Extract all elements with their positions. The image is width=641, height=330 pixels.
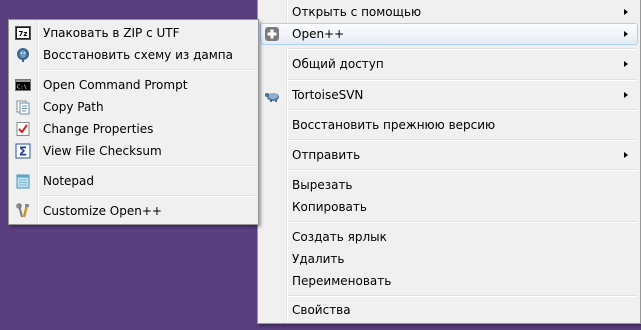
submenu-item-view-file-checksum[interactable]: Σ View File Checksum	[11, 140, 256, 162]
menu-item-restore-previous[interactable]: Восстановить прежнюю версию	[260, 114, 638, 136]
menu-item-tortoisesvn[interactable]: TortoiseSVN	[260, 84, 638, 106]
sigma-icon: Σ	[15, 143, 31, 159]
menu-item-cut[interactable]: Вырезать	[260, 174, 638, 196]
menu-item-rename[interactable]: Переименовать	[260, 270, 638, 292]
submenu-item-notepad[interactable]: Notepad	[11, 170, 256, 192]
command-prompt-icon: C:\	[15, 79, 31, 91]
menu-item-label: Change Properties	[43, 122, 154, 136]
menu-item-label: Open Command Prompt	[43, 78, 188, 92]
menu-separator	[39, 69, 255, 71]
notepad-icon	[16, 174, 30, 189]
menu-item-label: Notepad	[43, 174, 94, 188]
menu-item-label: Восстановить прежнюю версию	[292, 118, 496, 132]
menu-item-label: Открыть с помощью	[292, 5, 422, 19]
menu-separator	[39, 165, 255, 167]
submenu-arrow-icon	[624, 152, 628, 158]
copy-path-icon	[16, 100, 30, 115]
menu-item-label: Копировать	[292, 200, 367, 214]
open-plus-plus-submenu: 7z Упаковать в ZIP с UTF Восстановить сх…	[8, 19, 259, 225]
submenu-item-change-properties[interactable]: Change Properties	[11, 118, 256, 140]
menu-item-label: Свойства	[292, 303, 351, 317]
menu-item-label: Вырезать	[292, 178, 353, 192]
tools-icon	[16, 203, 29, 218]
checklist-icon	[16, 122, 30, 136]
menu-item-sharing[interactable]: Общий доступ	[260, 53, 638, 75]
submenu-arrow-icon	[624, 61, 628, 67]
menu-item-label: Восстановить схему из дампа	[43, 48, 233, 62]
menu-item-copy[interactable]: Копировать	[260, 196, 638, 218]
menu-item-label: Переименовать	[292, 274, 392, 288]
svg-text:7z: 7z	[19, 30, 28, 38]
menu-item-label: Copy Path	[43, 100, 104, 114]
menu-item-label: Отправить	[292, 148, 361, 162]
menu-item-label: Удалить	[292, 252, 345, 266]
menu-item-label: Общий доступ	[292, 57, 384, 71]
menu-item-open-plus-plus[interactable]: Open++	[260, 23, 638, 45]
svg-text:Σ: Σ	[19, 145, 27, 159]
submenu-arrow-icon	[624, 9, 628, 15]
menu-item-delete[interactable]: Удалить	[260, 248, 638, 270]
menu-item-label: Customize Open++	[43, 204, 162, 218]
submenu-item-open-command-prompt[interactable]: C:\ Open Command Prompt	[11, 74, 256, 96]
context-menu: Открыть с помощью Open++ Общий доступ To…	[257, 0, 641, 324]
menu-separator	[288, 295, 637, 297]
menu-item-open-with[interactable]: Открыть с помощью	[260, 1, 638, 23]
submenu-item-zip-utf[interactable]: 7z Упаковать в ZIP с UTF	[11, 22, 256, 44]
menu-separator	[288, 79, 637, 81]
submenu-arrow-icon	[624, 92, 628, 98]
menu-item-label: Упаковать в ZIP с UTF	[43, 26, 180, 40]
menu-separator	[288, 109, 637, 111]
menu-separator	[39, 195, 255, 197]
menu-item-create-shortcut[interactable]: Создать ярлык	[260, 226, 638, 248]
submenu-arrow-icon	[624, 31, 628, 37]
plus-icon	[265, 27, 279, 41]
menu-item-label: TortoiseSVN	[292, 88, 364, 102]
submenu-item-customize[interactable]: Customize Open++	[11, 200, 256, 222]
7zip-icon: 7z	[15, 26, 31, 40]
menu-item-label: Open++	[292, 27, 345, 41]
menu-item-label: Создать ярлык	[292, 230, 387, 244]
svg-text:C:\: C:\	[17, 85, 27, 91]
menu-item-label: View File Checksum	[43, 144, 162, 158]
menu-separator	[288, 169, 637, 171]
tortoisesvn-icon	[265, 93, 279, 102]
menu-separator	[288, 48, 637, 50]
postgresql-icon	[17, 48, 29, 62]
menu-separator	[288, 139, 637, 141]
menu-item-send-to[interactable]: Отправить	[260, 144, 638, 166]
menu-separator	[288, 221, 637, 223]
submenu-item-restore-schema[interactable]: Восстановить схему из дампа	[11, 44, 256, 66]
submenu-item-copy-path[interactable]: Copy Path	[11, 96, 256, 118]
menu-item-properties[interactable]: Свойства	[260, 299, 638, 321]
